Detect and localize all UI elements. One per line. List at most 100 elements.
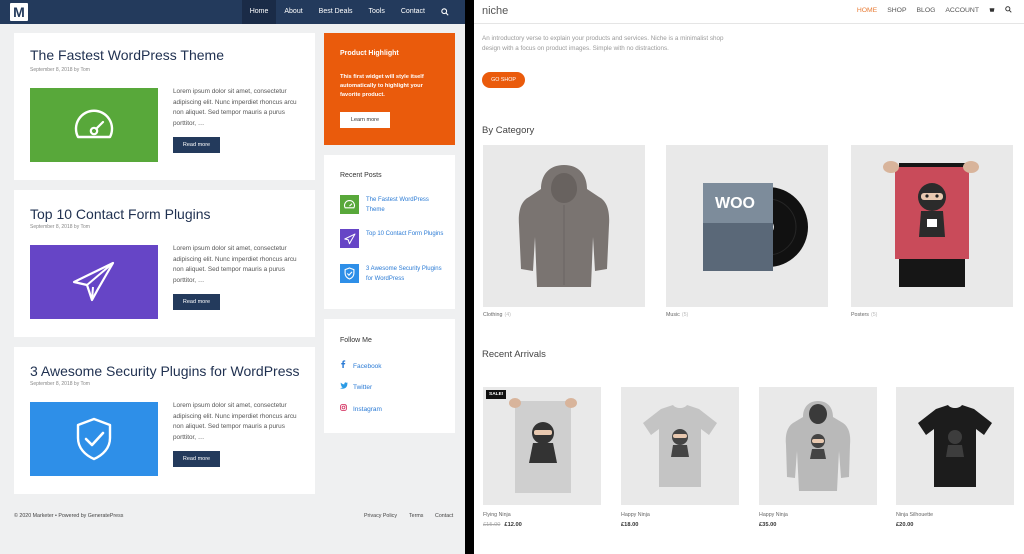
- old-price: £15.00: [483, 522, 501, 528]
- section-title-by-category: By Category: [482, 125, 535, 136]
- social-link-label[interactable]: Facebook: [353, 363, 382, 370]
- product-price: £15.00 £12.00: [483, 522, 522, 528]
- instagram-icon: [340, 404, 349, 413]
- category-label[interactable]: Music (5): [666, 312, 688, 318]
- recent-post-item[interactable]: The Fastest WordPress Theme: [340, 195, 450, 215]
- niche-site: niche HOME SHOP BLOG ACCOUNT An introduc…: [474, 0, 1024, 554]
- category-label[interactable]: Clothing (4): [483, 312, 511, 318]
- social-link-label[interactable]: Instagram: [353, 406, 382, 413]
- post-thumbnail[interactable]: [30, 402, 158, 476]
- paper-plane-icon: [340, 229, 359, 248]
- category-image-posters[interactable]: [851, 145, 1013, 307]
- site-logo[interactable]: M: [10, 3, 28, 21]
- social-link-label[interactable]: Twitter: [353, 384, 372, 391]
- search-icon[interactable]: [433, 0, 457, 24]
- nav-tools[interactable]: Tools: [361, 0, 393, 24]
- product-highlight-widget: Product Highlight This first widget will…: [324, 33, 455, 145]
- nav-home[interactable]: HOME: [857, 7, 877, 14]
- category-image-clothing[interactable]: [483, 145, 645, 307]
- marketer-site: M Home About Best Deals Tools Contact Th…: [0, 0, 465, 554]
- recent-post-item[interactable]: Top 10 Contact Form Plugins: [340, 229, 450, 249]
- product-price: £20.00: [896, 522, 914, 528]
- speedometer-icon: [340, 195, 359, 214]
- post-meta: September 8, 2018 by Tom: [30, 67, 90, 73]
- social-link-twitter[interactable]: Twitter: [340, 382, 372, 391]
- category-name[interactable]: Music: [666, 312, 680, 318]
- cart-icon[interactable]: [989, 7, 995, 15]
- footer-copyright: © 2020 Marketer • Powered by GeneratePre…: [14, 513, 124, 519]
- section-title-recent-arrivals: Recent Arrivals: [482, 349, 546, 360]
- footer-link-privacy[interactable]: Privacy Policy: [364, 513, 397, 519]
- category-label[interactable]: Posters (5): [851, 312, 877, 318]
- category-count: (5): [681, 312, 689, 318]
- nav-blog[interactable]: BLOG: [917, 7, 936, 14]
- product-image[interactable]: [759, 387, 877, 505]
- nav-shop[interactable]: SHOP: [887, 7, 906, 14]
- post-thumbnail[interactable]: [30, 88, 158, 162]
- widget-title: Recent Posts: [340, 172, 382, 179]
- product-name[interactable]: Ninja Silhouette: [896, 512, 933, 518]
- recent-post-link[interactable]: 3 Awesome Security Plugins for WordPress: [366, 264, 446, 284]
- header-divider: [474, 23, 1024, 24]
- post-excerpt: Lorem ipsum dolor sit amet, consectetur …: [173, 245, 297, 284]
- category-count: (4): [504, 312, 511, 318]
- go-shop-button[interactable]: GO SHOP: [482, 72, 525, 88]
- screen-divider: [465, 0, 474, 554]
- nav-home[interactable]: Home: [241, 0, 277, 24]
- intro-text: An introductory verse to explain your pr…: [482, 35, 724, 52]
- sale-badge: SALE!: [486, 390, 507, 399]
- nav-best-deals[interactable]: Best Deals: [311, 0, 361, 24]
- nav-menu: Home About Best Deals Tools Contact: [241, 0, 457, 24]
- product-image[interactable]: SALE!: [483, 387, 601, 505]
- shield-check-icon: [76, 417, 112, 461]
- search-icon[interactable]: [1005, 6, 1012, 15]
- post-card: Top 10 Contact Form Plugins September 8,…: [14, 190, 315, 337]
- category-image-music[interactable]: WOO: [666, 145, 828, 307]
- recent-post-link[interactable]: The Fastest WordPress Theme: [366, 195, 446, 215]
- recent-posts-widget: Recent Posts The Fastest WordPress Theme…: [324, 155, 455, 309]
- product-name[interactable]: Flying Ninja: [483, 512, 511, 518]
- footer-link-contact[interactable]: Contact: [435, 513, 453, 519]
- post-card: The Fastest WordPress Theme September 8,…: [14, 33, 315, 180]
- widget-title: Follow Me: [340, 337, 372, 344]
- post-excerpt: Lorem ipsum dolor sit amet, consectetur …: [173, 402, 297, 441]
- widget-text: This first widget will style itself auto…: [340, 74, 424, 98]
- svg-text:WOO: WOO: [715, 195, 755, 212]
- learn-more-button[interactable]: Learn more: [340, 112, 390, 128]
- top-navigation: HOME SHOP BLOG ACCOUNT: [847, 6, 1012, 15]
- social-link-facebook[interactable]: Facebook: [340, 360, 382, 370]
- facebook-icon: [340, 360, 349, 370]
- post-meta: September 8, 2018 by Tom: [30, 224, 90, 230]
- category-name[interactable]: Posters: [851, 312, 869, 318]
- recent-post-item[interactable]: 3 Awesome Security Plugins for WordPress: [340, 264, 450, 284]
- top-navigation: M Home About Best Deals Tools Contact: [0, 0, 465, 24]
- shield-check-icon: [340, 264, 359, 283]
- product-image[interactable]: [896, 387, 1014, 505]
- category-name[interactable]: Clothing: [483, 312, 502, 318]
- post-title[interactable]: 3 Awesome Security Plugins for WordPress: [30, 363, 300, 379]
- read-more-button[interactable]: Read more: [173, 451, 220, 467]
- speedometer-icon: [74, 109, 114, 139]
- product-image[interactable]: [621, 387, 739, 505]
- nav-contact[interactable]: Contact: [393, 0, 433, 24]
- nav-account[interactable]: ACCOUNT: [945, 7, 979, 14]
- product-price: £35.00: [759, 522, 777, 528]
- post-meta: September 8, 2018 by Tom: [30, 381, 90, 387]
- site-title[interactable]: niche: [482, 5, 508, 17]
- sale-price: £12.00: [504, 522, 522, 528]
- widget-title: Product Highlight: [340, 50, 399, 57]
- post-title[interactable]: Top 10 Contact Form Plugins: [30, 206, 211, 222]
- post-title[interactable]: The Fastest WordPress Theme: [30, 47, 224, 63]
- read-more-button[interactable]: Read more: [173, 294, 220, 310]
- footer-link-terms[interactable]: Terms: [409, 513, 423, 519]
- social-link-instagram[interactable]: Instagram: [340, 404, 382, 413]
- product-name[interactable]: Happy Ninja: [621, 512, 650, 518]
- paper-plane-icon: [72, 261, 115, 302]
- read-more-button[interactable]: Read more: [173, 137, 220, 153]
- post-excerpt: Lorem ipsum dolor sit amet, consectetur …: [173, 88, 297, 127]
- recent-post-link[interactable]: Top 10 Contact Form Plugins: [366, 229, 446, 239]
- post-thumbnail[interactable]: [30, 245, 158, 319]
- nav-about[interactable]: About: [276, 0, 310, 24]
- product-name[interactable]: Happy Ninja: [759, 512, 788, 518]
- post-card: 3 Awesome Security Plugins for WordPress…: [14, 347, 315, 494]
